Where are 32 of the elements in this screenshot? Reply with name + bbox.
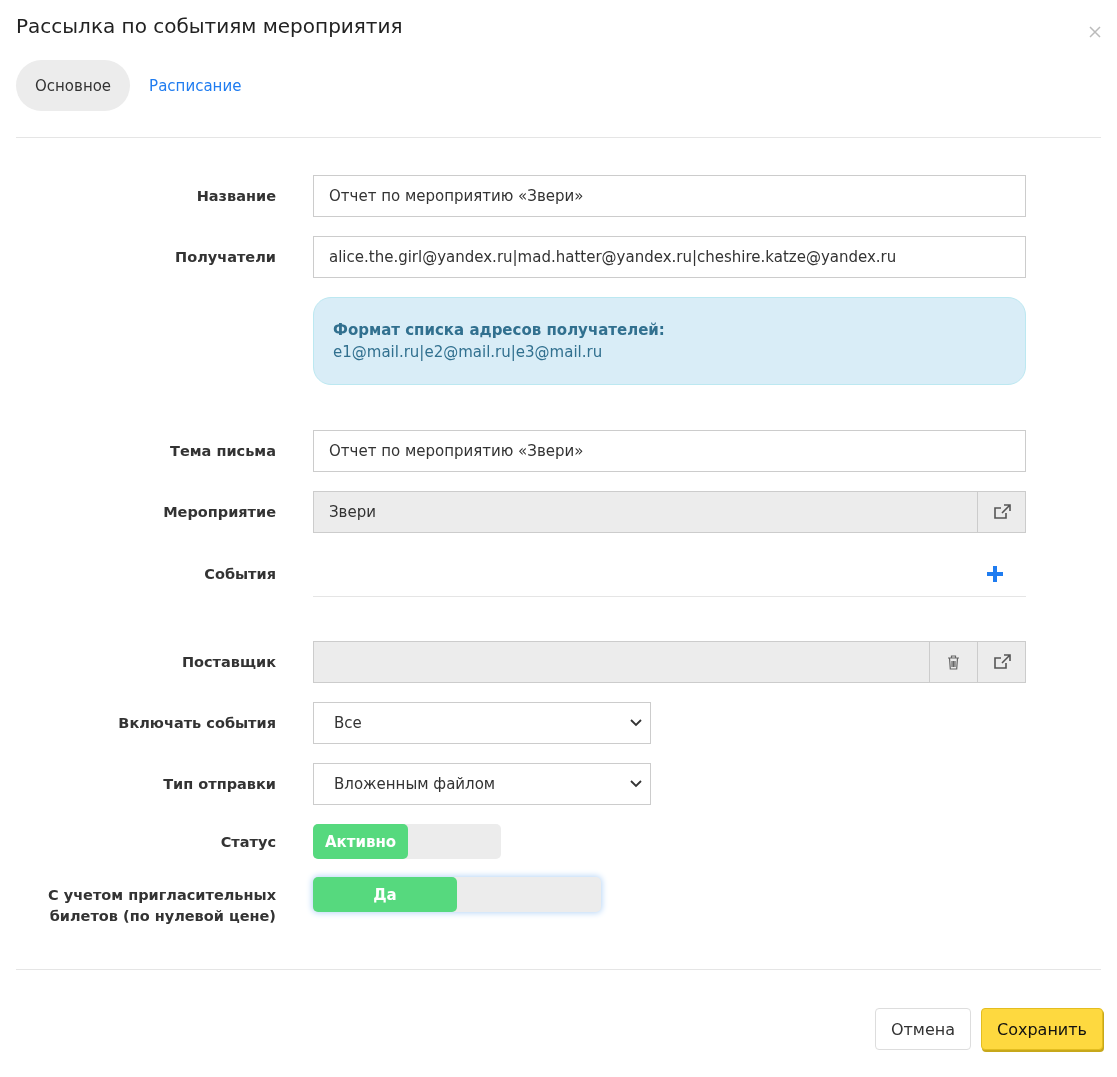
open-link-button[interactable]	[978, 641, 1026, 683]
delete-button[interactable]	[930, 641, 978, 683]
save-button[interactable]: Сохранить	[981, 1008, 1103, 1050]
external-link-icon	[992, 504, 1011, 520]
field-label: Тип отправки	[162, 774, 276, 794]
field-label: События	[203, 565, 276, 584]
text-input[interactable]: Отчет по мероприятию «Звери»	[313, 430, 1026, 472]
tab[interactable]: Основное	[16, 60, 131, 111]
select-field[interactable]: Вложенным файлом	[313, 763, 651, 805]
plus-icon	[986, 565, 1004, 583]
external-link-icon	[992, 654, 1011, 670]
dialog-title: Рассылка по событиям мероприятия	[16, 13, 403, 40]
cancel-button[interactable]: Отмена	[874, 1008, 971, 1050]
select-field[interactable]: Все	[313, 702, 651, 744]
info-heading: Формат списка адресов получателей:	[333, 320, 666, 341]
add-button[interactable]	[986, 565, 1004, 583]
field-label: С учетом пригласительных билетов (по нулевой цене)	[47, 886, 276, 926]
info-text: e1@mail.ru|e2@mail.ru|e3@mail.ru	[333, 342, 604, 363]
field-label: Тема письма	[169, 441, 276, 461]
caret-icon	[630, 719, 642, 727]
trash-icon	[947, 654, 960, 670]
tab[interactable]: Расписание	[130, 60, 261, 111]
field-label: Включать события	[117, 713, 276, 733]
field-label: Статус	[219, 833, 276, 852]
field-label: Мероприятие	[162, 502, 276, 522]
field-label: Получатели	[174, 247, 276, 267]
field-label: Название	[195, 186, 276, 206]
open-link-button[interactable]	[978, 491, 1026, 533]
text-input[interactable]: Отчет по мероприятию «Звери»	[313, 175, 1026, 217]
field-label: Поставщик	[180, 652, 276, 672]
text-input[interactable]: alice.the.girl@yandex.ru|mad.hatter@yandex.ru|cheshire.katze@yandex.ru	[313, 236, 1026, 278]
caret-icon	[630, 780, 642, 788]
